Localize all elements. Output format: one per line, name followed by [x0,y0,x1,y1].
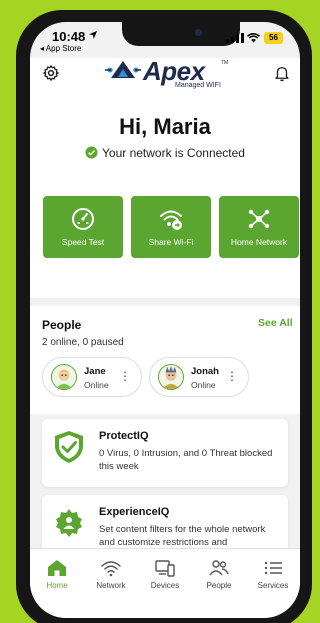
share-wifi-label: Share Wi-Fi [148,237,194,247]
see-all-link[interactable]: See All [258,317,293,329]
tab-home[interactable]: Home [30,549,84,599]
notch [122,22,240,46]
location-arrow-icon [89,31,97,39]
tab-label: Network [96,581,126,590]
back-to-app-store[interactable]: ◂ App Store [40,44,81,53]
signal-icon [226,33,244,43]
shield-check-icon [85,146,98,159]
share-wifi-icon [160,210,182,230]
person-chip-jonah[interactable]: Jonah Online ⋮ [149,357,249,397]
speedometer-icon [72,208,94,230]
tab-label: Devices [150,581,180,590]
feature-title: ExperienceIQ [99,506,170,518]
status-time: 10:48 [52,29,86,44]
tab-label: Services [257,581,289,590]
logo-subtitle: Managed WIFI [175,82,221,89]
home-network-button[interactable]: Home Network [219,196,299,258]
person-name: Jonah [191,366,219,377]
apex-logo-mark-icon [105,61,141,78]
network-status-text: Your network is Connected [102,146,245,160]
more-options-icon[interactable]: ⋮ [226,370,238,382]
shield-check-icon [55,431,83,463]
status-bar: 10:48 ◂ App Store 56 [30,22,300,58]
network-topology-icon [248,209,270,229]
tab-people[interactable]: People [192,549,246,599]
tab-devices[interactable]: Devices [138,549,192,599]
bell-icon[interactable] [273,64,291,82]
experienceiq-card[interactable]: ExperienceIQ Set content filters for the… [42,495,288,555]
greeting: Hi, Maria [119,114,211,139]
app-screen: 10:48 ◂ App Store 56 Apex TM Managed WIF… [30,22,300,618]
tab-label: People [206,581,232,590]
tab-network[interactable]: Network [84,549,138,599]
feature-description: 0 Virus, 0 Intrusion, and 0 Threat block… [99,448,273,472]
person-status: Online [191,380,216,390]
experience-gear-icon [56,509,82,537]
speed-test-label: Speed Test [61,237,105,247]
home-network-label: Home Network [230,237,288,247]
person-name: Jane [84,366,106,377]
logo-trademark: TM [221,60,229,66]
people-title: People [42,318,82,332]
speed-test-button[interactable]: Speed Test [43,196,123,258]
feature-description: Set content filters for the whole networ… [99,524,266,548]
list-icon [264,561,282,575]
gear-icon[interactable] [42,64,60,82]
avatar [51,364,77,390]
people-summary: 2 online, 0 paused [42,337,124,348]
protectiq-card[interactable]: ProtectIQ 0 Virus, 0 Intrusion, and 0 Th… [42,419,288,487]
avatar [158,364,184,390]
network-status: Your network is Connected [30,146,300,160]
tab-services[interactable]: Services [246,549,300,599]
people-icon [209,560,229,576]
share-wifi-button[interactable]: Share Wi-Fi [131,196,211,258]
feature-title: ProtectIQ [99,430,149,442]
battery-indicator: 56 [264,32,283,44]
wifi-icon [101,561,121,577]
camera-dot [195,29,202,36]
devices-icon [155,560,175,577]
bottom-tab-bar: Home Network Devices People Services [30,548,300,618]
person-chip-jane[interactable]: Jane Online ⋮ [42,357,142,397]
home-icon [48,560,66,576]
cartoon-avatar-icon [52,365,76,389]
apex-logo: Apex TM Managed WIFI [105,56,230,92]
wifi-status-icon [247,33,260,43]
tab-label: Home [46,581,68,590]
more-options-icon[interactable]: ⋮ [119,370,131,382]
people-card: People See All 2 online, 0 paused Jane O… [30,306,300,414]
home-header [30,58,300,298]
cartoon-avatar-icon [159,365,183,389]
person-status: Online [84,380,109,390]
